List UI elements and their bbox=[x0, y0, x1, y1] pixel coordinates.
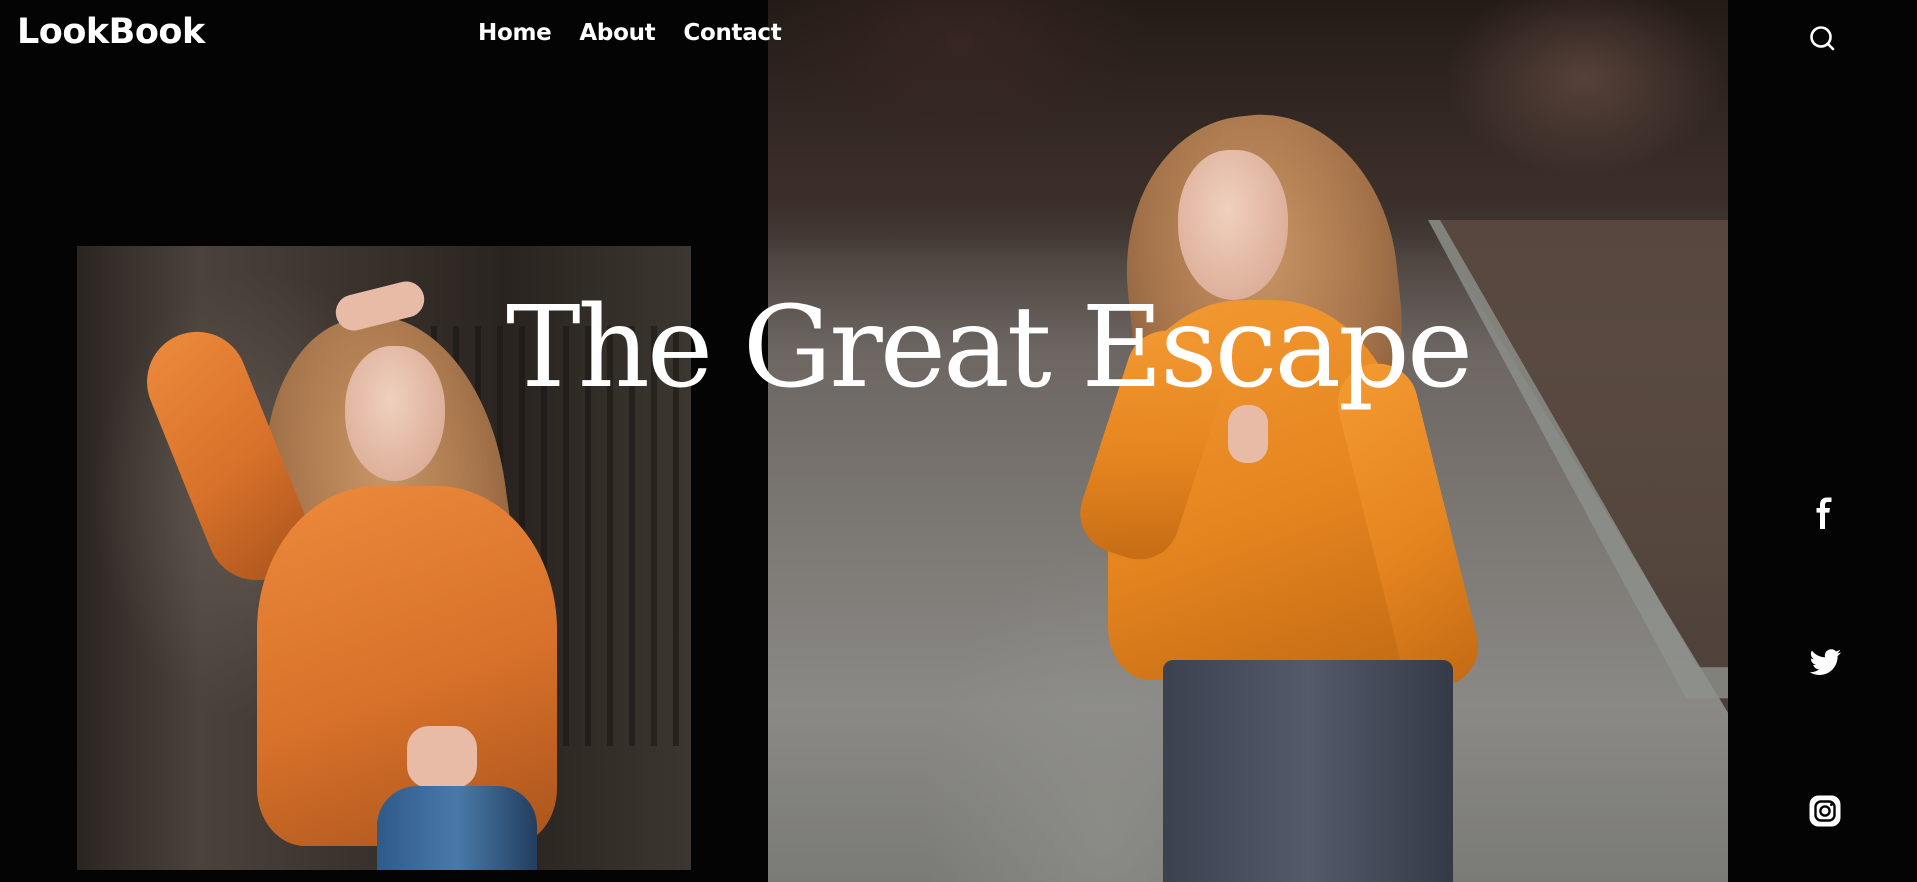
hero-headline: The Great Escape bbox=[506, 283, 1473, 413]
model-face bbox=[345, 346, 445, 481]
hero-photo bbox=[768, 0, 1728, 882]
nav-about[interactable]: About bbox=[579, 20, 655, 46]
nav-home[interactable]: Home bbox=[478, 20, 552, 46]
page: The Great Escape LookBook Home About Con… bbox=[0, 0, 1917, 882]
search-icon[interactable] bbox=[1808, 24, 1838, 54]
logo[interactable]: LookBook bbox=[17, 12, 205, 52]
nav-contact[interactable]: Contact bbox=[683, 20, 781, 46]
model-jeans bbox=[377, 786, 537, 870]
facebook-icon[interactable] bbox=[1808, 496, 1842, 530]
model-knee-hand bbox=[407, 726, 477, 788]
photo-wall bbox=[1428, 220, 1728, 780]
main-nav: Home About Contact bbox=[478, 20, 782, 46]
model-hand bbox=[1228, 405, 1268, 463]
model-jeans bbox=[1163, 660, 1453, 882]
twitter-icon[interactable] bbox=[1808, 645, 1842, 679]
model-face bbox=[1178, 150, 1288, 300]
instagram-icon[interactable] bbox=[1808, 794, 1842, 828]
